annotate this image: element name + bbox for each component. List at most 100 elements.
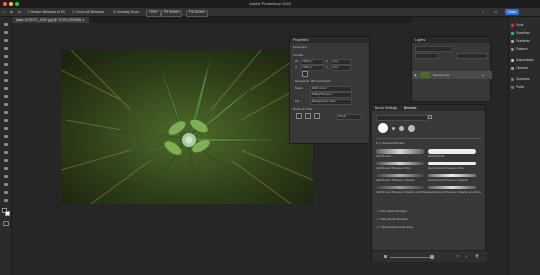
dock-libraries[interactable]: Libraries: [511, 65, 528, 71]
crop-tool-icon[interactable]: [3, 62, 9, 67]
brush-soft-round-pressure-opacity-flow[interactable]: Soft Round Pressure Opacity and Flow: [376, 185, 428, 195]
layer-filter-select[interactable]: [415, 46, 453, 52]
resolution-text: Resolution: 300 pixels/inch: [295, 79, 331, 83]
brush-soft-round-pressure-opacity[interactable]: Soft Round Pressure Opacity: [376, 173, 426, 183]
grid-icon[interactable]: [305, 113, 311, 119]
path-selection-tool-icon[interactable]: [3, 166, 9, 171]
home-icon[interactable]: ⌂: [3, 10, 5, 15]
document-tab[interactable]: plant-1075171_1920.jpg @ 75.9% (RGB/8) ✕: [12, 17, 89, 23]
eyedropper-tool-icon[interactable]: [3, 78, 9, 83]
dock-paths[interactable]: Paths: [511, 84, 524, 90]
new-folder-icon[interactable]: ▭: [456, 254, 459, 258]
delete-brush-icon[interactable]: 🗑︎: [475, 254, 479, 258]
right-panel-dock: Color Swatches Gradients Patterns Adjust…: [508, 17, 540, 275]
move-tool-icon[interactable]: [3, 22, 9, 27]
brush-soft-round-pressure-size[interactable]: Soft Round Pressure Size: [376, 161, 426, 171]
dodge-tool-icon[interactable]: [3, 142, 9, 147]
clone-stamp-tool-icon[interactable]: [3, 102, 9, 107]
frame-tool-icon[interactable]: [3, 70, 9, 75]
layers-panel: Layers ◉ Background 🔒︎: [411, 36, 492, 102]
eraser-tool-icon[interactable]: [3, 118, 9, 123]
folder-wet-media-brushes[interactable]: › ▭ Wet Media Brushes: [376, 217, 408, 221]
more-tools-icon[interactable]: [3, 198, 9, 203]
quick-mask-icon[interactable]: [3, 221, 9, 226]
brushes-tab-bar: Brush Settings Brushes: [372, 105, 485, 111]
blur-tool-icon[interactable]: [3, 134, 9, 139]
dock-adjustments[interactable]: Adjustments: [511, 57, 534, 63]
healing-brush-tool-icon[interactable]: [3, 86, 9, 91]
tools-panel: [0, 17, 12, 275]
background-color-swatch[interactable]: [5, 211, 10, 216]
properties-panel-title: Properties: [290, 37, 369, 43]
rulers-grids-section: Rulers & Grids: [293, 107, 313, 111]
ruler-icon[interactable]: [296, 113, 302, 119]
layer-name: Background: [433, 73, 450, 77]
width-label: W: [295, 59, 298, 63]
brush-size-slider[interactable]: [390, 257, 430, 258]
document-tab-bar: plant-1075171_1920.jpg @ 75.9% (RGB/8) ✕: [12, 17, 412, 23]
zoom-out-icon[interactable]: ⊖: [18, 10, 21, 15]
object-selection-tool-icon[interactable]: [3, 54, 9, 59]
brush-preview-icon[interactable]: [378, 123, 388, 133]
brush-soft-round[interactable]: Soft Round: [376, 149, 426, 159]
brush-size-medium-icon[interactable]: [399, 126, 404, 131]
lasso-tool-icon[interactable]: [3, 46, 9, 51]
dock-gradients[interactable]: Gradients: [511, 38, 530, 44]
fit-screen-button[interactable]: Fit Screen: [161, 10, 183, 17]
layer-row-background[interactable]: ◉ Background 🔒︎: [412, 71, 492, 79]
size-slider-large-icon: [430, 255, 434, 259]
units-select[interactable]: Pixels: [336, 114, 362, 120]
visibility-eye-icon[interactable]: ◉: [414, 73, 417, 77]
brush-panel-menu-icon[interactable]: [428, 115, 432, 119]
brush-search-input[interactable]: [376, 115, 428, 121]
folder-dry-media-brushes[interactable]: › ▭ Dry Media Brushes: [376, 209, 407, 213]
y-field[interactable]: 0 px: [331, 65, 351, 71]
brush-tool-icon[interactable]: [3, 94, 9, 99]
brush-hard-round-pressure-size[interactable]: Hard Round Pressure Size: [428, 161, 478, 171]
dock-channels[interactable]: Channels: [511, 76, 529, 82]
fill-screen-button[interactable]: Fill Screen: [186, 10, 209, 17]
blend-mode-select[interactable]: [415, 53, 439, 59]
history-brush-tool-icon[interactable]: [3, 110, 9, 115]
dock-patterns[interactable]: Patterns: [511, 46, 528, 52]
resize-windows-checkbox[interactable]: ☐ Resize Windows to Fit: [27, 10, 65, 15]
marquee-tool-icon[interactable]: [3, 38, 9, 43]
opacity-field[interactable]: [456, 53, 488, 59]
pen-tool-icon[interactable]: [3, 150, 9, 155]
brush-size-large-icon[interactable]: [408, 125, 415, 132]
type-tool-icon[interactable]: [3, 158, 9, 163]
brush-size-small-icon[interactable]: [392, 127, 395, 130]
gradient-tool-icon[interactable]: [3, 126, 9, 131]
artboard-tool-icon[interactable]: [3, 30, 9, 35]
app-title: Adobe Photoshop 2024: [249, 1, 291, 6]
share-button[interactable]: Share: [505, 9, 519, 15]
brushes-panel: Brush Settings Brushes ▾ ▭ General Brush…: [371, 104, 487, 262]
layers-panel-title: Layers: [412, 37, 490, 43]
fill-select[interactable]: Background Color: [310, 99, 352, 105]
dock-color[interactable]: Color: [511, 22, 524, 28]
brush-hard-round-pressure-opacity-flow[interactable]: Hard Round Pressure Opacity and Flow: [428, 185, 481, 195]
tab-brush-settings[interactable]: Brush Settings: [375, 106, 397, 110]
folder-special-effects-brushes[interactable]: › ▭ Special Effects Brushes: [376, 225, 413, 229]
new-brush-icon[interactable]: ＋: [465, 254, 468, 258]
zoom-tool-icon[interactable]: [3, 190, 9, 195]
link-icon[interactable]: [302, 71, 308, 77]
divider: [376, 138, 482, 139]
zoom-tool-icon[interactable]: ⊕: [10, 10, 13, 15]
hand-tool-icon[interactable]: [3, 182, 9, 187]
rectangle-tool-icon[interactable]: [3, 174, 9, 179]
dock-swatches[interactable]: Swatches: [511, 30, 530, 36]
zoom-100-button[interactable]: 100%: [146, 10, 161, 17]
brush-hard-round[interactable]: Hard Round: [428, 149, 478, 159]
search-icon[interactable]: ⌕: [482, 10, 484, 15]
bit-depth-select[interactable]: 8 Bits/Channel: [310, 92, 352, 98]
guides-icon[interactable]: [314, 113, 320, 119]
scrubby-zoom-checkbox[interactable]: ☑ Scrubby Zoom: [113, 10, 139, 15]
brush-hard-round-pressure-opacity[interactable]: Hard Round Pressure Opacity: [428, 173, 478, 183]
workspace-icon[interactable]: ▭: [494, 10, 497, 15]
image-canvas[interactable]: [61, 50, 313, 204]
tab-brushes[interactable]: Brushes: [404, 106, 416, 110]
zoom-all-windows-checkbox[interactable]: ☐ Zoom All Windows: [72, 10, 104, 15]
folder-general-brushes[interactable]: ▾ ▭ General Brushes: [376, 141, 405, 145]
lock-icon[interactable]: 🔒︎: [482, 73, 484, 77]
